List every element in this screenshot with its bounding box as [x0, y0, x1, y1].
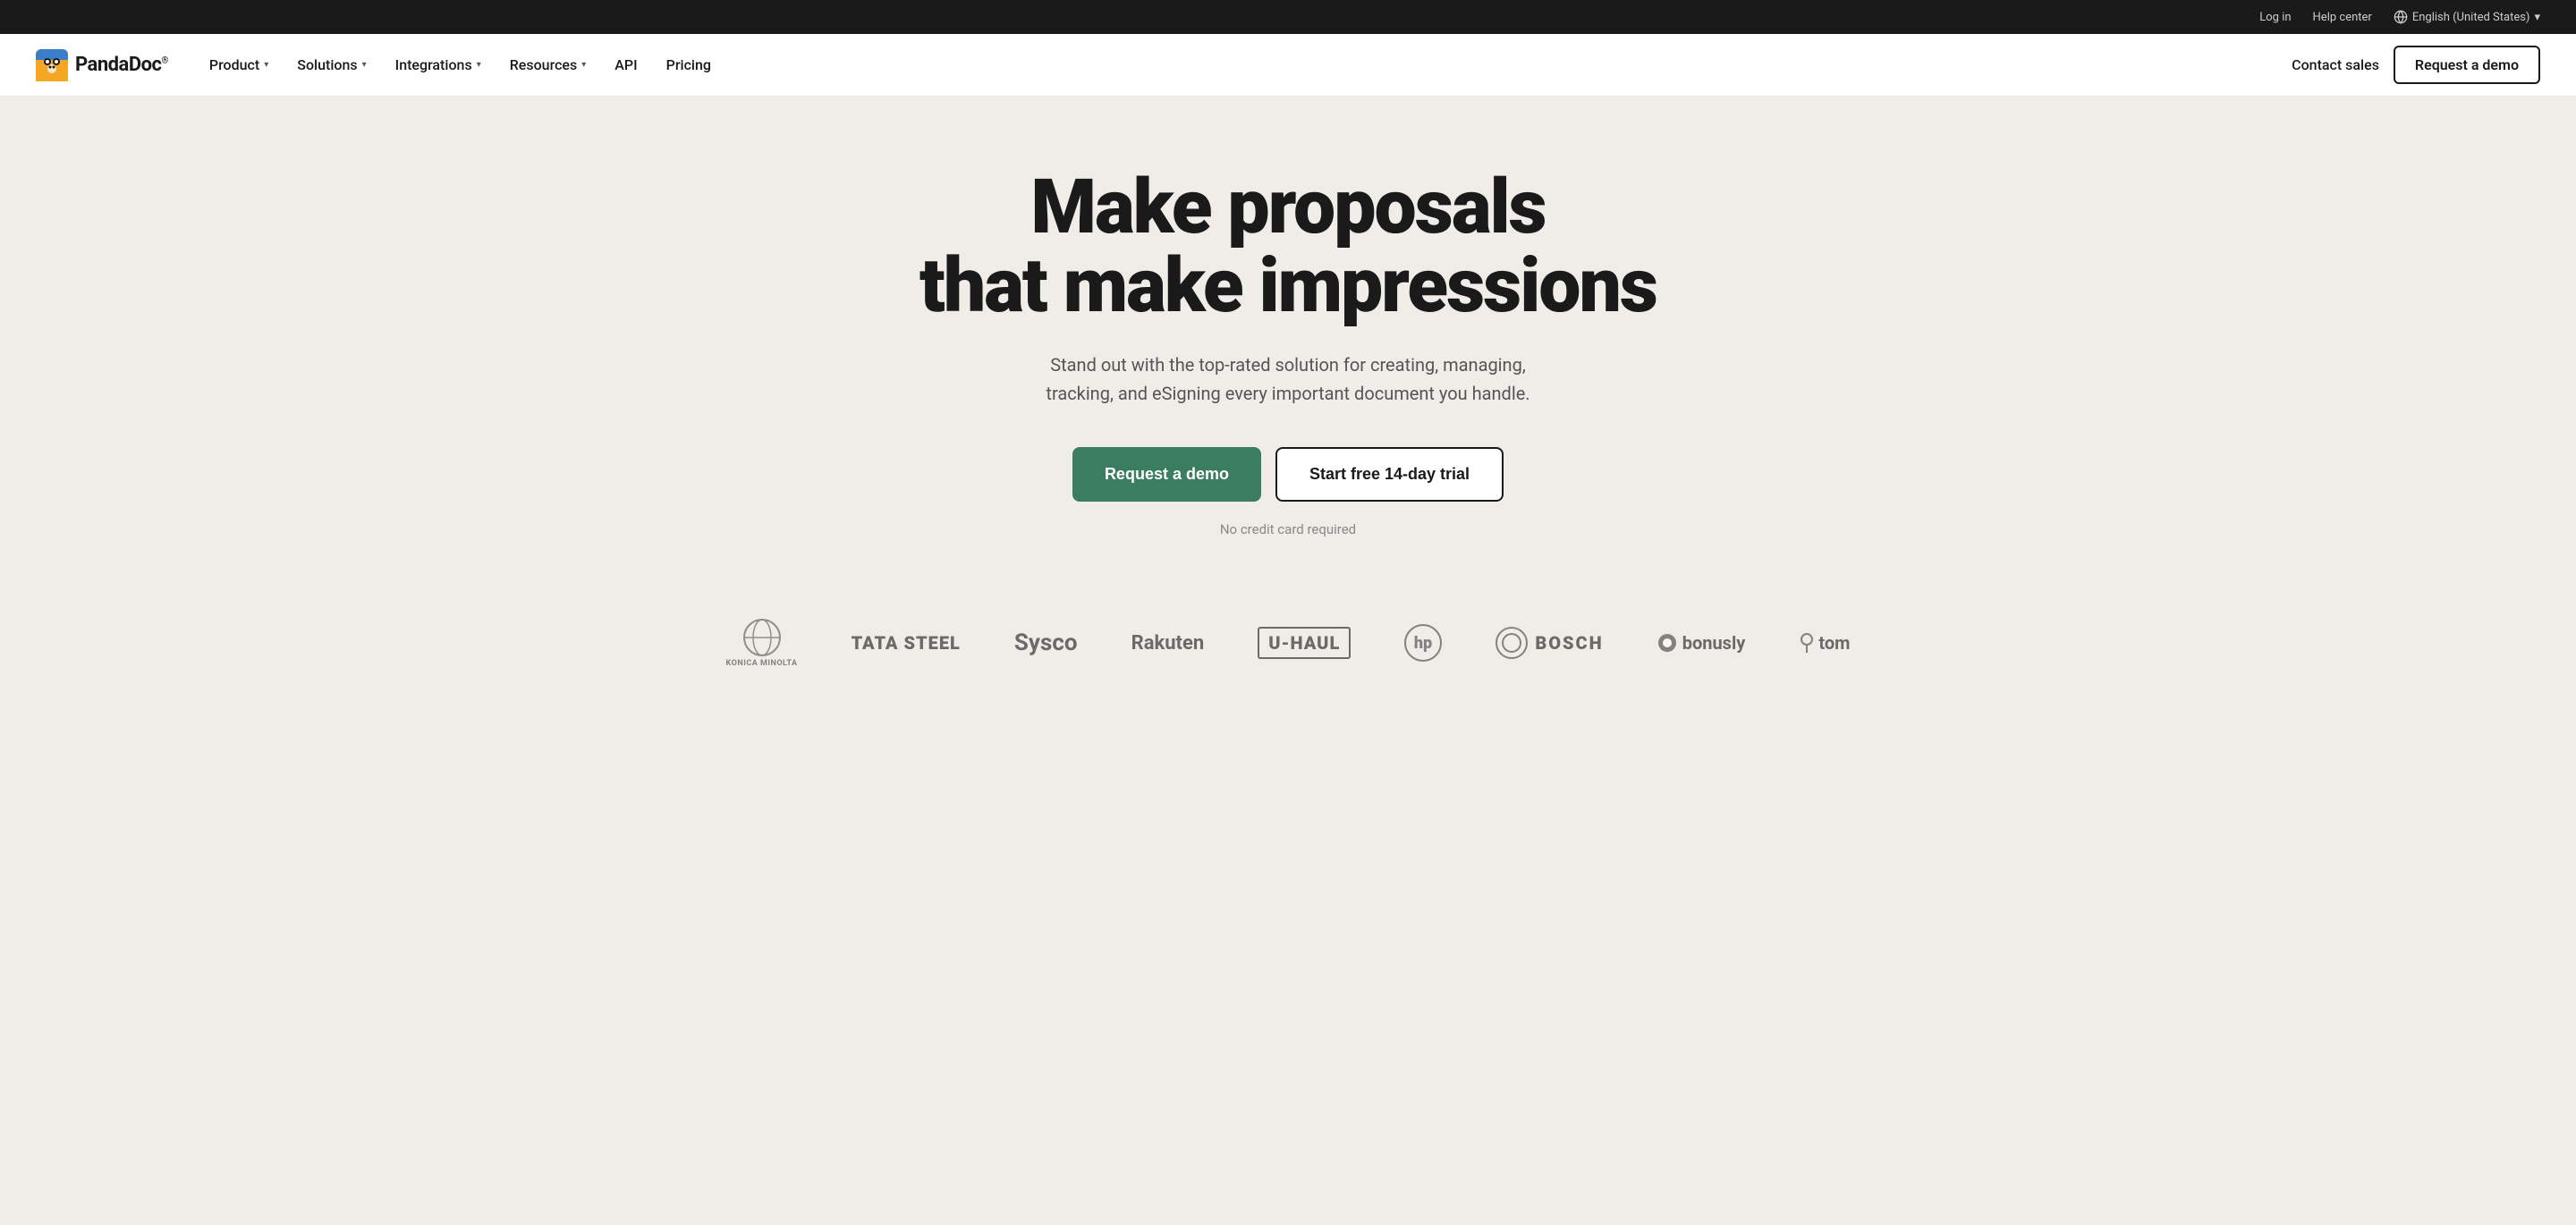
logo-bonusly: bonusly	[1657, 632, 1746, 654]
logo-tata-steel: TATA STEEL	[852, 632, 961, 654]
logos-bar: KONICA MINOLTA TATA STEEL Sysco Rakuten …	[0, 591, 2576, 686]
konica-minolta-icon	[742, 618, 782, 657]
language-selector[interactable]: English (United States) ▾	[2394, 10, 2540, 24]
login-link[interactable]: Log in	[2259, 11, 2291, 24]
request-demo-hero-button[interactable]: Request a demo	[1072, 447, 1261, 502]
hero-title: Make proposals that make impressions	[919, 168, 1657, 325]
hero-section: Make proposals that make impressions Sta…	[0, 97, 2576, 591]
nav-item-resources[interactable]: Resources ▾	[497, 49, 599, 80]
chevron-down-icon: ▾	[264, 60, 268, 70]
bosch-icon	[1496, 627, 1528, 659]
free-trial-button[interactable]: Start free 14-day trial	[1275, 447, 1504, 502]
logo-icon	[36, 49, 68, 81]
bonusly-icon	[1657, 633, 1677, 653]
logo-rakuten: Rakuten	[1131, 632, 1205, 655]
language-label: English (United States)	[2412, 11, 2530, 24]
tom-pin-icon	[1799, 633, 1815, 653]
logo-text: PandaDoc®	[75, 54, 168, 76]
nav-item-pricing[interactable]: Pricing	[654, 49, 724, 80]
chevron-down-icon: ▾	[362, 60, 367, 70]
main-navbar: PandaDoc® Product ▾ Solutions ▾ Integrat…	[0, 34, 2576, 97]
topbar: Log in Help center English (United State…	[0, 0, 2576, 34]
contact-sales-link[interactable]: Contact sales	[2292, 56, 2379, 73]
no-credit-card-text: No credit card required	[1220, 521, 1356, 537]
logo-sysco: Sysco	[1014, 629, 1078, 656]
chevron-down-icon: ▾	[581, 60, 586, 70]
nav-links: Product ▾ Solutions ▾ Integrations ▾ Res…	[197, 49, 2292, 80]
nav-item-solutions[interactable]: Solutions ▾	[284, 49, 378, 80]
logo-tom: tom	[1799, 632, 1850, 654]
globe-icon	[2394, 10, 2408, 24]
logo-konica-minolta: KONICA MINOLTA	[726, 618, 798, 668]
svg-text:hp: hp	[1414, 634, 1432, 653]
hp-icon: hp	[1404, 624, 1442, 662]
hero-subtitle: Stand out with the top-rated solution fo…	[1029, 351, 1547, 408]
logo-uhaul: U-HAUL	[1258, 627, 1351, 659]
nav-item-product[interactable]: Product ▾	[197, 49, 281, 80]
request-demo-nav-button[interactable]: Request a demo	[2394, 46, 2540, 84]
nav-right: Contact sales Request a demo	[2292, 46, 2540, 84]
nav-item-api[interactable]: API	[602, 49, 649, 80]
nav-item-integrations[interactable]: Integrations ▾	[383, 49, 494, 80]
hero-buttons: Request a demo Start free 14-day trial	[1072, 447, 1504, 502]
language-chevron: ▾	[2534, 11, 2540, 24]
chevron-down-icon: ▾	[477, 60, 481, 70]
logo-hp: hp	[1404, 624, 1442, 662]
help-center-link[interactable]: Help center	[2313, 11, 2372, 24]
logo-link[interactable]: PandaDoc®	[36, 49, 168, 81]
logo-bosch: BOSCH	[1496, 627, 1603, 659]
